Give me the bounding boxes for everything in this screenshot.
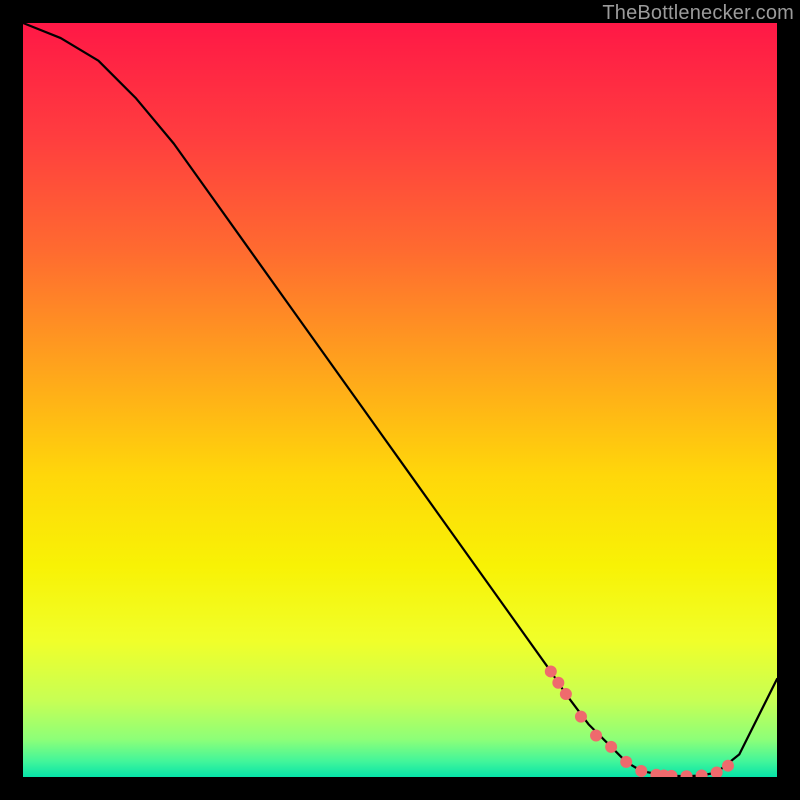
- chart-frame: TheBottlenecker.com: [0, 0, 800, 800]
- marker-dot: [605, 741, 617, 753]
- marker-dot: [552, 677, 564, 689]
- gradient-rect: [23, 23, 777, 777]
- marker-dot: [635, 765, 647, 777]
- marker-dot: [722, 760, 734, 772]
- marker-dot: [545, 665, 557, 677]
- plot-area: [23, 23, 777, 777]
- plot-svg: [23, 23, 777, 777]
- marker-dot: [620, 756, 632, 768]
- marker-dot: [575, 711, 587, 723]
- marker-dot: [590, 730, 602, 742]
- watermark-text: TheBottlenecker.com: [602, 2, 794, 25]
- marker-dot: [560, 688, 572, 700]
